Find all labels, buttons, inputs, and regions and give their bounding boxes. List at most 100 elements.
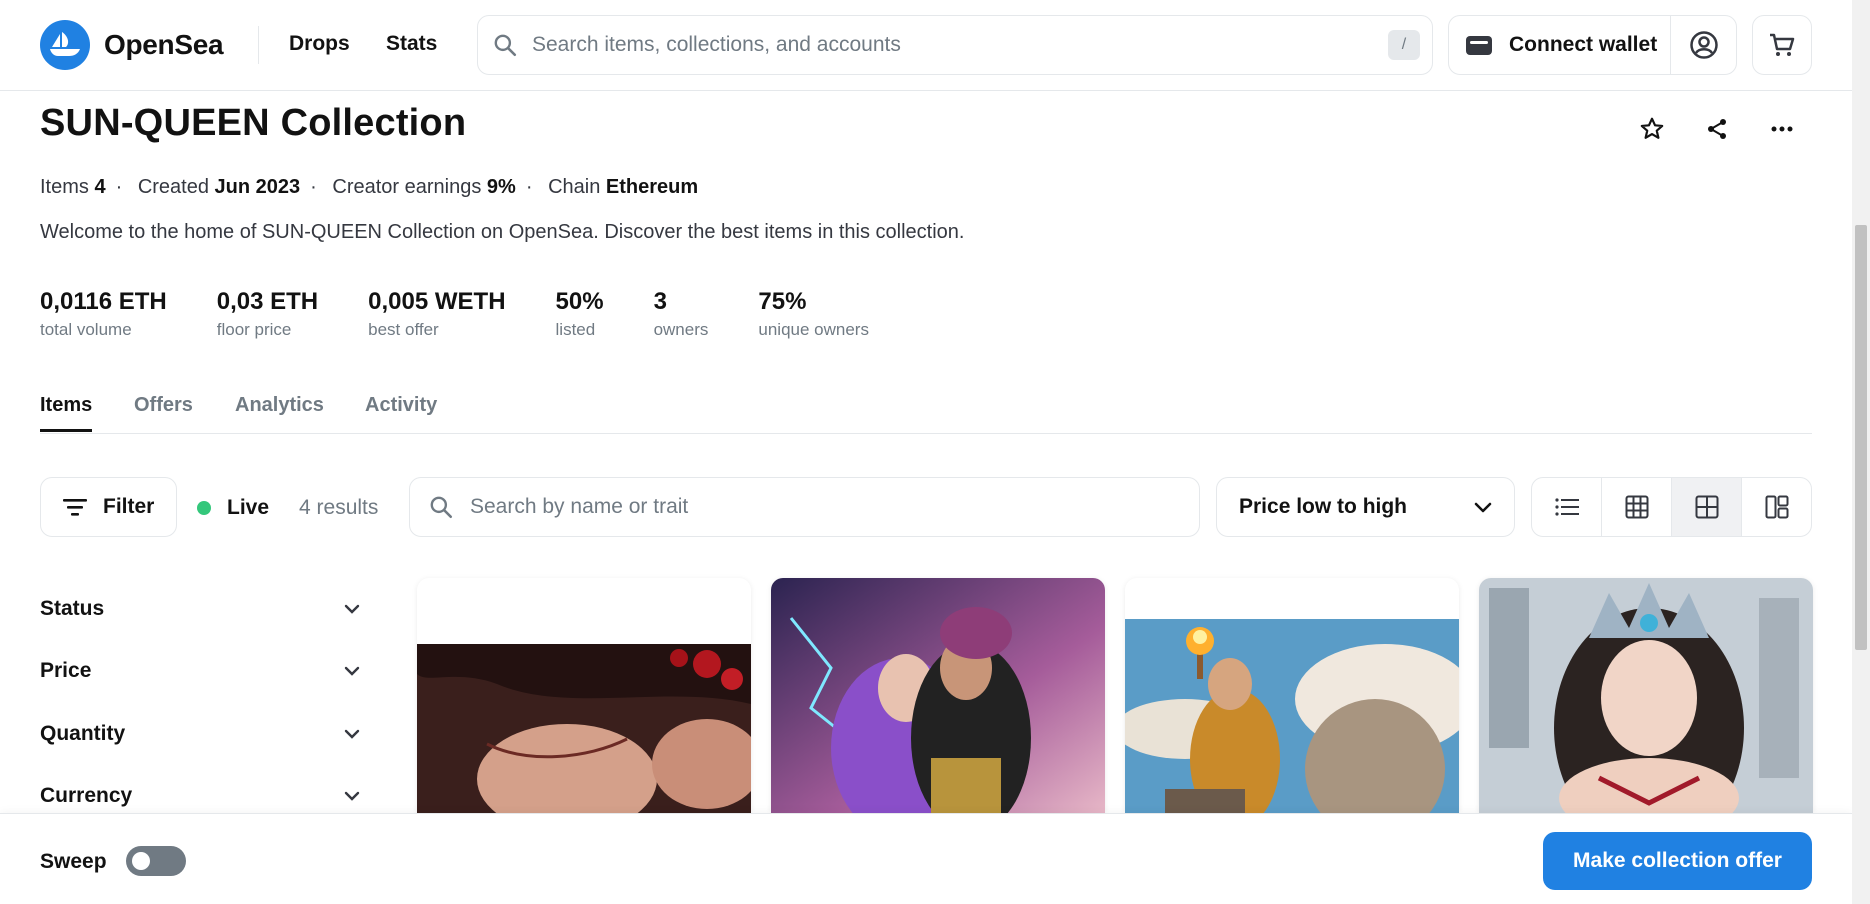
wallet-icon: [1466, 36, 1492, 55]
item-search-input[interactable]: [470, 495, 1199, 519]
search-shortcut-key: /: [1388, 30, 1420, 60]
nft-card[interactable]: [771, 578, 1105, 813]
stat-value: 0,005 WETH: [368, 288, 506, 315]
top-header: OpenSea Drops Stats / Connect wallet: [0, 0, 1852, 91]
stat-best-offer: 0,005 WETH best offer: [368, 288, 505, 340]
star-icon: [1640, 117, 1664, 139]
view-mosaic-button[interactable]: [1742, 478, 1811, 536]
sweep-label: Sweep: [40, 850, 107, 873]
filter-quantity[interactable]: Quantity: [40, 722, 360, 746]
stat-unique-owners: 75% unique owners: [758, 288, 869, 340]
meta-chain-label: Chain: [548, 176, 601, 198]
account-circle-icon: [1689, 31, 1718, 59]
chevron-down-icon: [344, 729, 360, 739]
stat-owners: 3 owners: [654, 288, 709, 340]
mosaic-icon: [1765, 495, 1788, 519]
filter-currency-label: Currency: [40, 784, 133, 807]
filter-status[interactable]: Status: [40, 597, 360, 621]
filter-price-label: Price: [40, 659, 92, 682]
bottom-action-bar: Sweep Make collection offer: [0, 813, 1852, 904]
nft-card[interactable]: [417, 578, 751, 813]
wallet-profile-group: Connect wallet: [1448, 15, 1737, 75]
stat-floor-price: 0,03 ETH floor price: [217, 288, 318, 340]
stat-value: 3: [653, 288, 667, 315]
collection-description: Welcome to the home of SUN-QUEEN Collect…: [40, 221, 965, 243]
chevron-down-icon: [1474, 502, 1492, 513]
nft-card[interactable]: [1479, 578, 1813, 813]
global-search[interactable]: /: [477, 15, 1433, 75]
filter-status-label: Status: [40, 597, 105, 620]
stat-label: best offer: [368, 320, 439, 339]
results-count: 4 results: [299, 496, 379, 519]
stat-label: floor price: [216, 320, 292, 339]
stat-value: 50%: [555, 288, 604, 315]
share-button[interactable]: [1702, 114, 1732, 144]
live-status: Live 4 results: [197, 496, 378, 520]
filter-icon: [63, 499, 87, 516]
stat-total-volume: 0,0116 ETH total volume: [40, 288, 167, 340]
tab-activity[interactable]: Activity: [365, 394, 437, 429]
collection-meta: Items 4 · Created Jun 2023 · Creator earni…: [40, 176, 699, 198]
connect-wallet-label: Connect wallet: [1509, 33, 1658, 56]
nav-stats[interactable]: Stats: [386, 32, 437, 56]
tab-items[interactable]: Items: [40, 394, 93, 432]
sort-value: Price low to high: [1239, 495, 1408, 518]
large-grid-icon: [1695, 495, 1718, 519]
chevron-down-icon: [344, 604, 360, 614]
sort-dropdown[interactable]: Price low to high: [1216, 477, 1515, 537]
connect-wallet-button[interactable]: Connect wallet: [1449, 16, 1671, 74]
opensea-logo[interactable]: OpenSea: [40, 20, 224, 70]
cart-icon: [1770, 33, 1795, 56]
meta-earnings-value: 9%: [486, 176, 516, 198]
tab-analytics[interactable]: Analytics: [235, 394, 324, 429]
filter-button[interactable]: Filter: [40, 477, 177, 537]
favorite-button[interactable]: [1637, 114, 1667, 144]
live-indicator-dot: [197, 501, 211, 515]
cart-button[interactable]: [1752, 15, 1812, 75]
tab-offers[interactable]: Offers: [134, 394, 193, 429]
make-collection-offer-button[interactable]: Make collection offer: [1543, 832, 1812, 890]
scrollbar-thumb[interactable]: [1855, 225, 1867, 650]
view-small-grid-button[interactable]: [1602, 478, 1672, 536]
sweep-toggle[interactable]: [126, 846, 186, 876]
list-view-icon: [1554, 498, 1579, 516]
nav-drops[interactable]: Drops: [289, 32, 350, 56]
view-mode-group: [1531, 477, 1812, 537]
stat-label: total volume: [40, 320, 132, 339]
stat-value: 0,03 ETH: [216, 288, 319, 315]
collection-title: SUN-QUEEN Collection: [40, 102, 467, 144]
nft-image: [417, 644, 751, 813]
page-scrollbar[interactable]: [1852, 0, 1870, 904]
search-icon: [430, 496, 453, 519]
filter-quantity-label: Quantity: [40, 722, 126, 745]
global-search-input[interactable]: [532, 33, 1388, 57]
item-search[interactable]: [409, 477, 1200, 537]
logo-text: OpenSea: [104, 29, 224, 60]
view-list-button[interactable]: [1532, 478, 1602, 536]
small-grid-icon: [1625, 495, 1648, 519]
filter-price[interactable]: Price: [40, 659, 360, 683]
live-label: Live: [227, 496, 270, 519]
meta-items-value: 4: [94, 176, 106, 198]
nft-card[interactable]: [1125, 578, 1459, 813]
stat-value: 0,0116 ETH: [40, 288, 167, 315]
nft-image: [771, 578, 1105, 813]
view-large-grid-button[interactable]: [1672, 478, 1742, 536]
stat-listed: 50% listed: [556, 288, 604, 340]
stat-label: unique owners: [758, 320, 869, 339]
stat-label: listed: [555, 320, 596, 339]
meta-created-value: Jun 2023: [214, 176, 301, 198]
meta-chain-value: Ethereum: [605, 176, 699, 198]
stat-label: owners: [653, 320, 709, 339]
nft-image: [1479, 578, 1813, 813]
profile-button[interactable]: [1671, 16, 1736, 74]
meta-earnings-label: Creator earnings: [332, 176, 482, 198]
opensea-ship-icon: [40, 20, 90, 70]
toggle-knob: [132, 852, 150, 870]
meta-items-label: Items: [40, 176, 89, 198]
chevron-down-icon: [344, 666, 360, 676]
chevron-down-icon: [344, 791, 360, 801]
nft-image: [1125, 619, 1459, 813]
more-options-button[interactable]: [1767, 114, 1797, 144]
filter-currency[interactable]: Currency: [40, 784, 360, 808]
